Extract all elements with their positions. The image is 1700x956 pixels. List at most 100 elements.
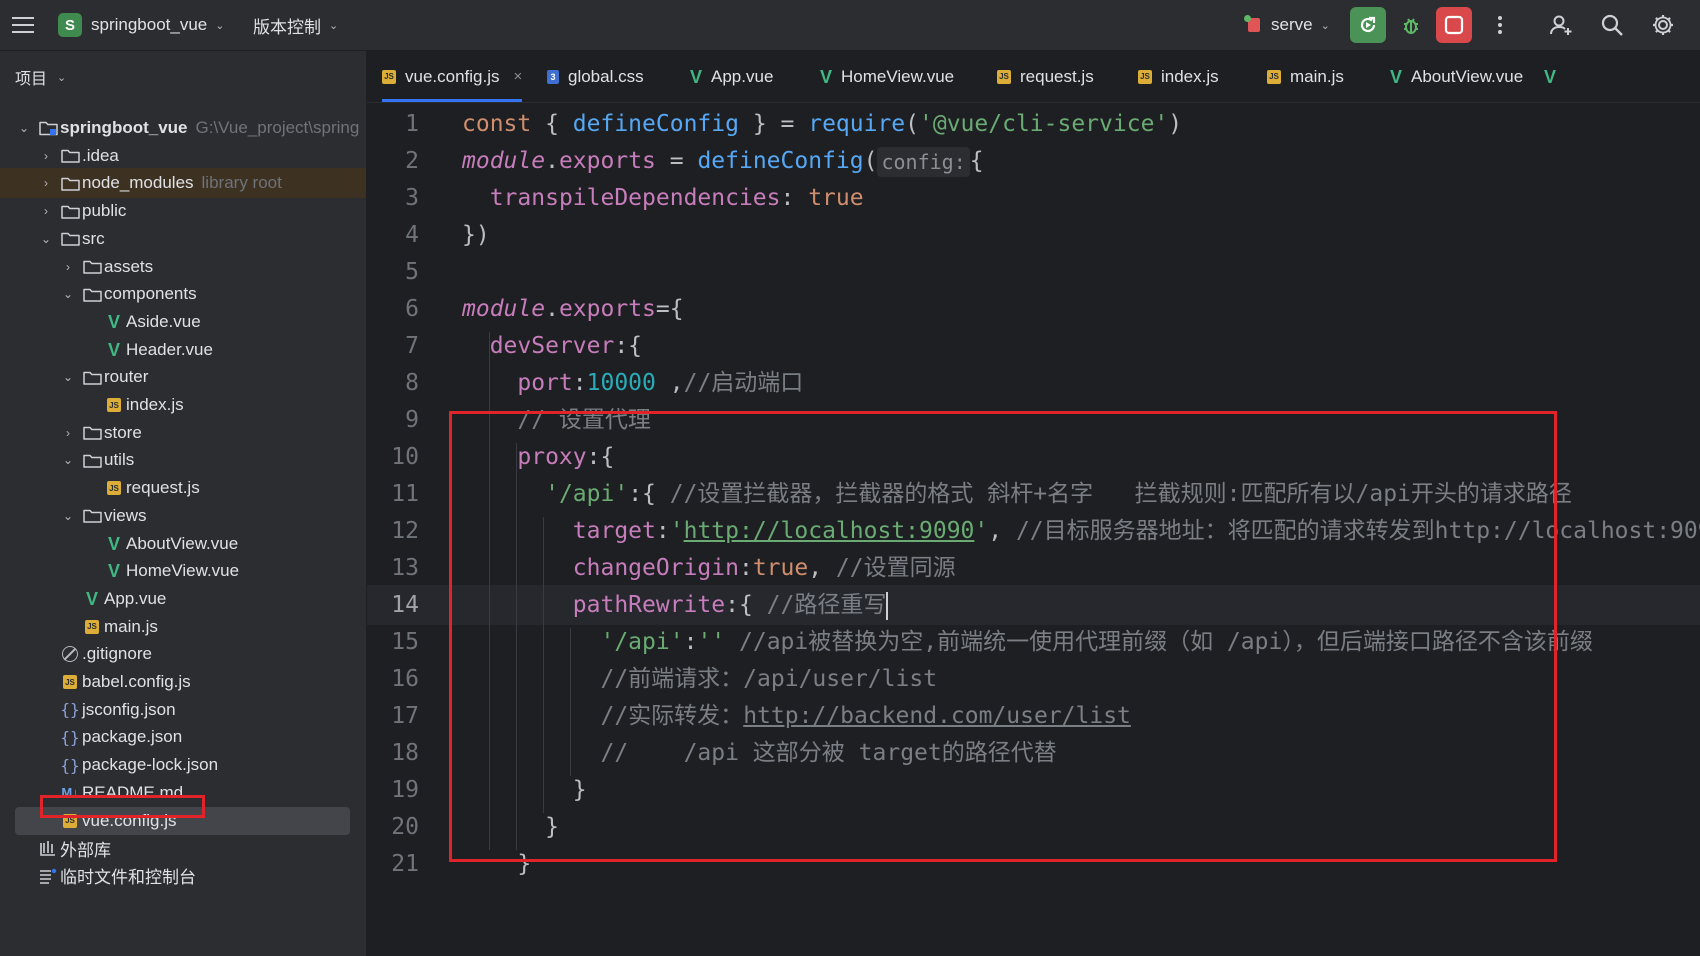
tree-item-aboutview-vue[interactable]: V AboutView.vue	[0, 529, 366, 559]
tree-item-app-vue[interactable]: V App.vue	[0, 584, 366, 614]
code-line-19: }	[462, 770, 587, 810]
line-number[interactable]: 18	[367, 733, 419, 773]
editor-tab-index-js[interactable]: JS index.js	[1138, 51, 1219, 102]
tree-item-node-modules[interactable]: › node_modules library root	[0, 168, 366, 199]
tree-item-assets[interactable]: › assets	[0, 252, 366, 282]
settings-button[interactable]	[1645, 7, 1681, 43]
line-number[interactable]: 11	[367, 474, 419, 514]
parameter-hint: config:	[877, 146, 970, 177]
line-number[interactable]: 19	[367, 770, 419, 810]
code-token: //目标服务器地址：将匹配的请求转发到http://localhost:9090	[1015, 518, 1700, 544]
tree-item-package-lock-json[interactable]: {} package-lock.json	[0, 750, 366, 780]
main-menu-button[interactable]	[10, 0, 36, 50]
search-everywhere-button[interactable]	[1594, 7, 1630, 43]
vcs-menu[interactable]: 版本控制 ⌄	[253, 0, 338, 50]
line-number[interactable]: 6	[367, 289, 419, 329]
line-number[interactable]: 3	[367, 178, 419, 218]
code-token: module	[462, 148, 546, 174]
tree-item-package-json[interactable]: {} package.json	[0, 722, 366, 752]
tree-item-readme-md[interactable]: M↓ README.md	[0, 778, 366, 808]
tree-item-gitignore[interactable]: .gitignore	[0, 639, 366, 669]
editor-tab-main-js[interactable]: JS main.js	[1267, 51, 1344, 102]
js-file-icon: JS	[382, 69, 396, 84]
line-number[interactable]: 9	[367, 400, 419, 440]
tree-item-homeview-vue[interactable]: V HomeView.vue	[0, 556, 366, 586]
line-number[interactable]: 21	[367, 844, 419, 884]
editor-tab-global-css[interactable]: 3 global.css	[547, 51, 644, 102]
chevron-right-icon[interactable]: ›	[39, 149, 53, 163]
tree-item-springboot-vue[interactable]: ⌄ springboot_vue G:\Vue_project\spring	[0, 113, 366, 143]
code-line-11: '/api':{ //设置拦截器，拦截器的格式 斜杆+名字 拦截规则:匹配所有以…	[462, 474, 1572, 514]
code-token: pathRewrite	[572, 592, 726, 618]
tab-label: App.vue	[711, 66, 774, 86]
tree-item-src[interactable]: ⌄ src	[0, 224, 366, 254]
line-number[interactable]: 12	[367, 511, 419, 551]
project-view-selector[interactable]: 项目 ⌄	[0, 51, 366, 103]
code-token: :	[655, 518, 670, 544]
chevron-down-icon[interactable]: ⌄	[61, 509, 75, 523]
code-with-me-button[interactable]	[1543, 7, 1579, 43]
code-token: //启动端口	[683, 370, 804, 396]
tree-item-router[interactable]: ⌄ router	[0, 362, 366, 392]
chevron-down-icon[interactable]: ⌄	[61, 287, 75, 301]
line-number[interactable]: 8	[367, 363, 419, 403]
line-number[interactable]: 17	[367, 696, 419, 736]
rerun-button[interactable]	[1350, 7, 1386, 43]
tree-item-外部库[interactable]: 外部库	[0, 833, 366, 863]
editor-tab-request-js[interactable]: JS request.js	[997, 51, 1094, 102]
stop-button[interactable]	[1436, 7, 1472, 43]
line-number[interactable]: 2	[367, 141, 419, 181]
tree-item-vue-config-js[interactable]: JS vue.config.js	[0, 806, 366, 836]
line-number[interactable]: 20	[367, 807, 419, 847]
tree-item-idea[interactable]: › .idea	[0, 141, 366, 171]
tree-item-jsconfig-json[interactable]: {} jsconfig.json	[0, 695, 366, 725]
tree-item-aside-vue[interactable]: V Aside.vue	[0, 307, 366, 337]
editor-tab-overflow[interactable]: V	[1544, 51, 1556, 102]
run-configuration-selector[interactable]: serve ⌄	[1244, 0, 1330, 50]
line-number[interactable]: 1	[367, 104, 419, 144]
line-number[interactable]: 15	[367, 622, 419, 662]
chevron-down-icon: ⌄	[329, 19, 339, 32]
project-switcher[interactable]: S springboot_vue ⌄	[58, 0, 224, 50]
code-editor[interactable]: 1 2 3 4 5 6 7 8 9 10 11 12 13 14 15 16 17 18 19 20 21 const …	[367, 103, 1700, 956]
tree-item-main-js[interactable]: JS main.js	[0, 612, 366, 642]
folder-icon	[82, 260, 102, 274]
more-actions-button[interactable]	[1482, 7, 1518, 43]
chevron-down-icon[interactable]: ⌄	[61, 370, 75, 384]
tree-item-临时文件和控制台[interactable]: 临时文件和控制台	[0, 861, 366, 891]
tree-item-index-js[interactable]: JS index.js	[0, 390, 366, 420]
line-number[interactable]: 13	[367, 548, 419, 588]
js-file-icon: JS	[997, 69, 1011, 84]
line-number[interactable]: 14	[367, 585, 419, 625]
chevron-right-icon[interactable]: ›	[61, 260, 75, 274]
chevron-right-icon[interactable]: ›	[39, 204, 53, 218]
chevron-down-icon[interactable]: ⌄	[17, 121, 31, 135]
tree-item-request-js[interactable]: JS request.js	[0, 473, 366, 503]
tree-item-views[interactable]: ⌄ views	[0, 501, 366, 531]
hamburger-menu-icon	[12, 17, 34, 33]
editor-tab-homeview-vue[interactable]: V HomeView.vue	[820, 51, 954, 102]
tree-item-store[interactable]: › store	[0, 418, 366, 448]
line-number[interactable]: 7	[367, 326, 419, 366]
tree-item-utils[interactable]: ⌄ utils	[0, 445, 366, 475]
chevron-down-icon[interactable]: ⌄	[39, 232, 53, 246]
tree-item-header-vue[interactable]: V Header.vue	[0, 335, 366, 365]
code-token: proxy	[517, 444, 587, 470]
chevron-down-icon[interactable]: ⌄	[61, 453, 75, 467]
debug-button[interactable]	[1393, 7, 1429, 43]
line-number[interactable]: 5	[367, 252, 419, 292]
line-number[interactable]: 4	[367, 215, 419, 255]
tree-item-babel-config-js[interactable]: JS babel.config.js	[0, 667, 366, 697]
editor-tab-app-vue[interactable]: V App.vue	[690, 51, 773, 102]
project-view-title: 项目	[15, 71, 48, 88]
chevron-right-icon[interactable]: ›	[61, 426, 75, 440]
tree-item-public[interactable]: › public	[0, 196, 366, 226]
close-icon[interactable]: ×	[514, 68, 523, 85]
line-number[interactable]: 10	[367, 437, 419, 477]
editor-tab-aboutview-vue[interactable]: V AboutView.vue	[1390, 51, 1523, 102]
chevron-right-icon[interactable]: ›	[39, 176, 53, 190]
editor-tab-vue-config-js[interactable]: JS vue.config.js ×	[382, 51, 523, 102]
line-number[interactable]: 16	[367, 659, 419, 699]
tree-item-components[interactable]: ⌄ components	[0, 279, 366, 309]
